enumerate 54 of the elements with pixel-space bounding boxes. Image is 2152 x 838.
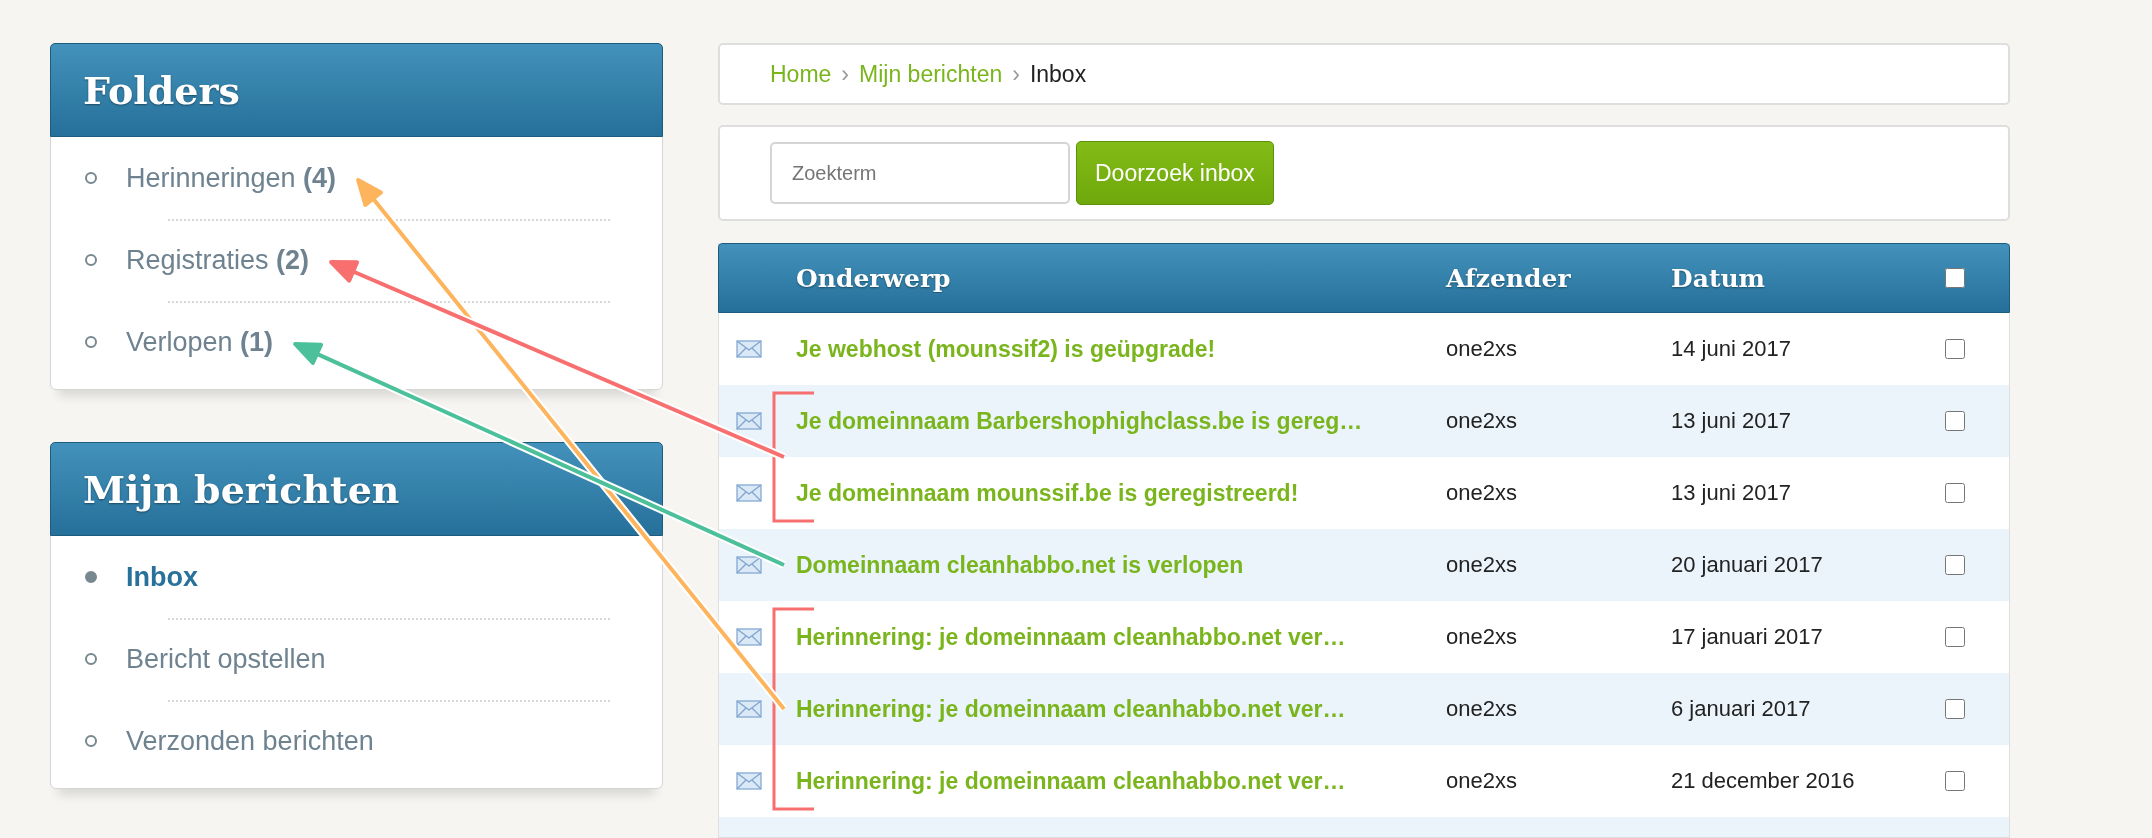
column-header: Datum <box>1671 263 1767 293</box>
table-cell-text: 6 januari 2017 <box>1671 696 1812 722</box>
message-subject[interactable]: Je domeinnaam Barbershophighclass.be is gereg… <box>796 407 1446 435</box>
message-subject[interactable]: Herinnering: je domeinnaam cleanhabbo.net ver… <box>796 623 1446 651</box>
breadcrumb-link[interactable]: Mijn berichten <box>859 60 1003 88</box>
search-field[interactable]: Zoekterm <box>770 142 1070 204</box>
breadcrumb-separator: › <box>841 60 850 88</box>
message-subject[interactable]: Je domeinnaam mounssif.be is geregistreerd! <box>796 479 1446 507</box>
envelope-icon <box>736 412 762 430</box>
table-cell-text: 14 juni 2017 <box>1671 336 1792 362</box>
row-checkbox[interactable] <box>1945 411 1965 431</box>
sidebar-link[interactable]: Registraties (2) <box>126 244 310 276</box>
table-cell-text: 13 juni 2017 <box>1671 480 1792 506</box>
message-subject[interactable]: Domeinnaam cleanhabbo.net is verlopen <box>796 551 1446 579</box>
row-checkbox[interactable] <box>1945 699 1965 719</box>
envelope-icon <box>736 628 762 646</box>
table-cell-text: 13 juni 2017 <box>1671 408 1792 434</box>
sidebar-link[interactable]: Verzonden berichten <box>126 725 374 757</box>
breadcrumb-link[interactable]: Home <box>770 60 832 88</box>
breadcrumb-separator: › <box>1012 60 1020 88</box>
column-header: Onderwerp <box>796 263 952 293</box>
sidebar-link[interactable]: Inbox <box>126 561 198 593</box>
table-cell-text: one2xs <box>1446 624 1518 650</box>
sidebar-link[interactable]: Herinneringen (4) <box>126 162 337 194</box>
table-cell-text: one2xs <box>1446 480 1518 506</box>
table-cell-text: one2xs <box>1446 336 1518 362</box>
panel-title: Folders <box>50 43 663 137</box>
message-subject[interactable]: Herinnering: je domeinnaam cleanhabbo.net ver… <box>796 767 1446 795</box>
breadcrumb-current: Inbox <box>1029 60 1087 88</box>
envelope-icon <box>736 772 762 790</box>
envelope-icon <box>736 340 762 358</box>
sidebar-link[interactable]: Verlopen (1) <box>126 326 274 358</box>
row-checkbox[interactable] <box>1945 555 1965 575</box>
envelope-icon <box>736 484 762 502</box>
select-all-checkbox[interactable] <box>1945 268 1965 288</box>
table-cell-text: 21 december 2016 <box>1671 768 1856 794</box>
row-checkbox[interactable] <box>1945 339 1965 359</box>
table-cell-text: one2xs <box>1446 696 1518 722</box>
column-header: Afzender <box>1446 263 1572 293</box>
search-button[interactable]: Doorzoek inbox <box>1076 141 1274 205</box>
row-checkbox[interactable] <box>1945 627 1965 647</box>
envelope-icon <box>736 556 762 574</box>
table-cell-text: one2xs <box>1446 408 1518 434</box>
table-cell-text: one2xs <box>1446 768 1518 794</box>
envelope-icon <box>736 700 762 718</box>
message-subject[interactable]: Je webhost (mounssif2) is geüpgrade! <box>796 335 1446 363</box>
table-cell-text: 20 januari 2017 <box>1671 552 1824 578</box>
panel-title: Mijn berichten <box>50 442 663 536</box>
row-checkbox[interactable] <box>1945 483 1965 503</box>
table-cell-text: 17 januari 2017 <box>1671 624 1824 650</box>
message-subject[interactable]: Herinnering: je domeinnaam cleanhabbo.net ver… <box>796 695 1446 723</box>
table-cell-text: one2xs <box>1446 552 1518 578</box>
row-checkbox[interactable] <box>1945 771 1965 791</box>
sidebar-link[interactable]: Bericht opstellen <box>126 643 326 675</box>
